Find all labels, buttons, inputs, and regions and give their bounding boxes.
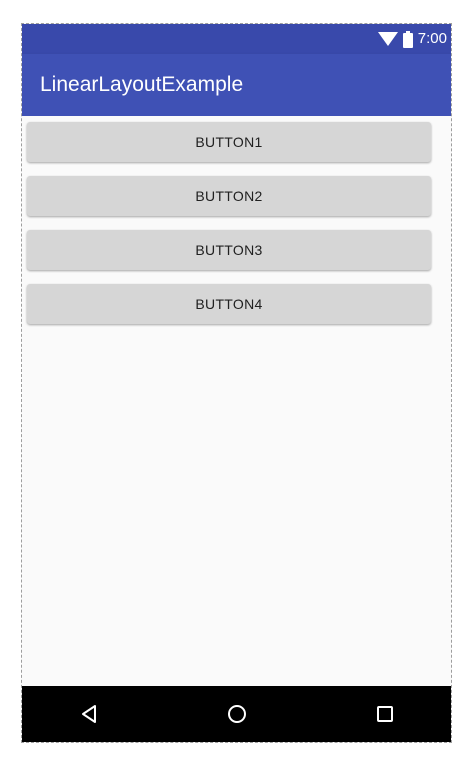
button-1[interactable]: BUTTON1	[27, 122, 431, 162]
nav-back-button[interactable]	[60, 686, 120, 742]
home-icon	[228, 705, 246, 723]
nav-home-button[interactable]	[207, 686, 267, 742]
linear-layout-content: BUTTON1 BUTTON2 BUTTON3 BUTTON4	[22, 116, 451, 688]
button-3[interactable]: BUTTON3	[27, 230, 431, 270]
button-2[interactable]: BUTTON2	[27, 176, 431, 216]
navigation-bar	[22, 686, 451, 742]
wifi-icon	[377, 32, 398, 46]
status-icons: 7:00	[377, 24, 447, 54]
app-bar: LinearLayoutExample	[22, 54, 451, 116]
button-4[interactable]: BUTTON4	[27, 284, 431, 324]
status-bar: 7:00	[22, 24, 451, 54]
battery-icon	[402, 30, 413, 48]
recents-icon	[377, 706, 393, 722]
device-frame: 7:00 LinearLayoutExample BUTTON1 BUTTON2…	[21, 23, 452, 743]
back-icon	[82, 705, 96, 723]
app-title: LinearLayoutExample	[40, 73, 244, 96]
status-time: 7:00	[417, 30, 447, 47]
nav-recents-button[interactable]	[355, 686, 415, 742]
